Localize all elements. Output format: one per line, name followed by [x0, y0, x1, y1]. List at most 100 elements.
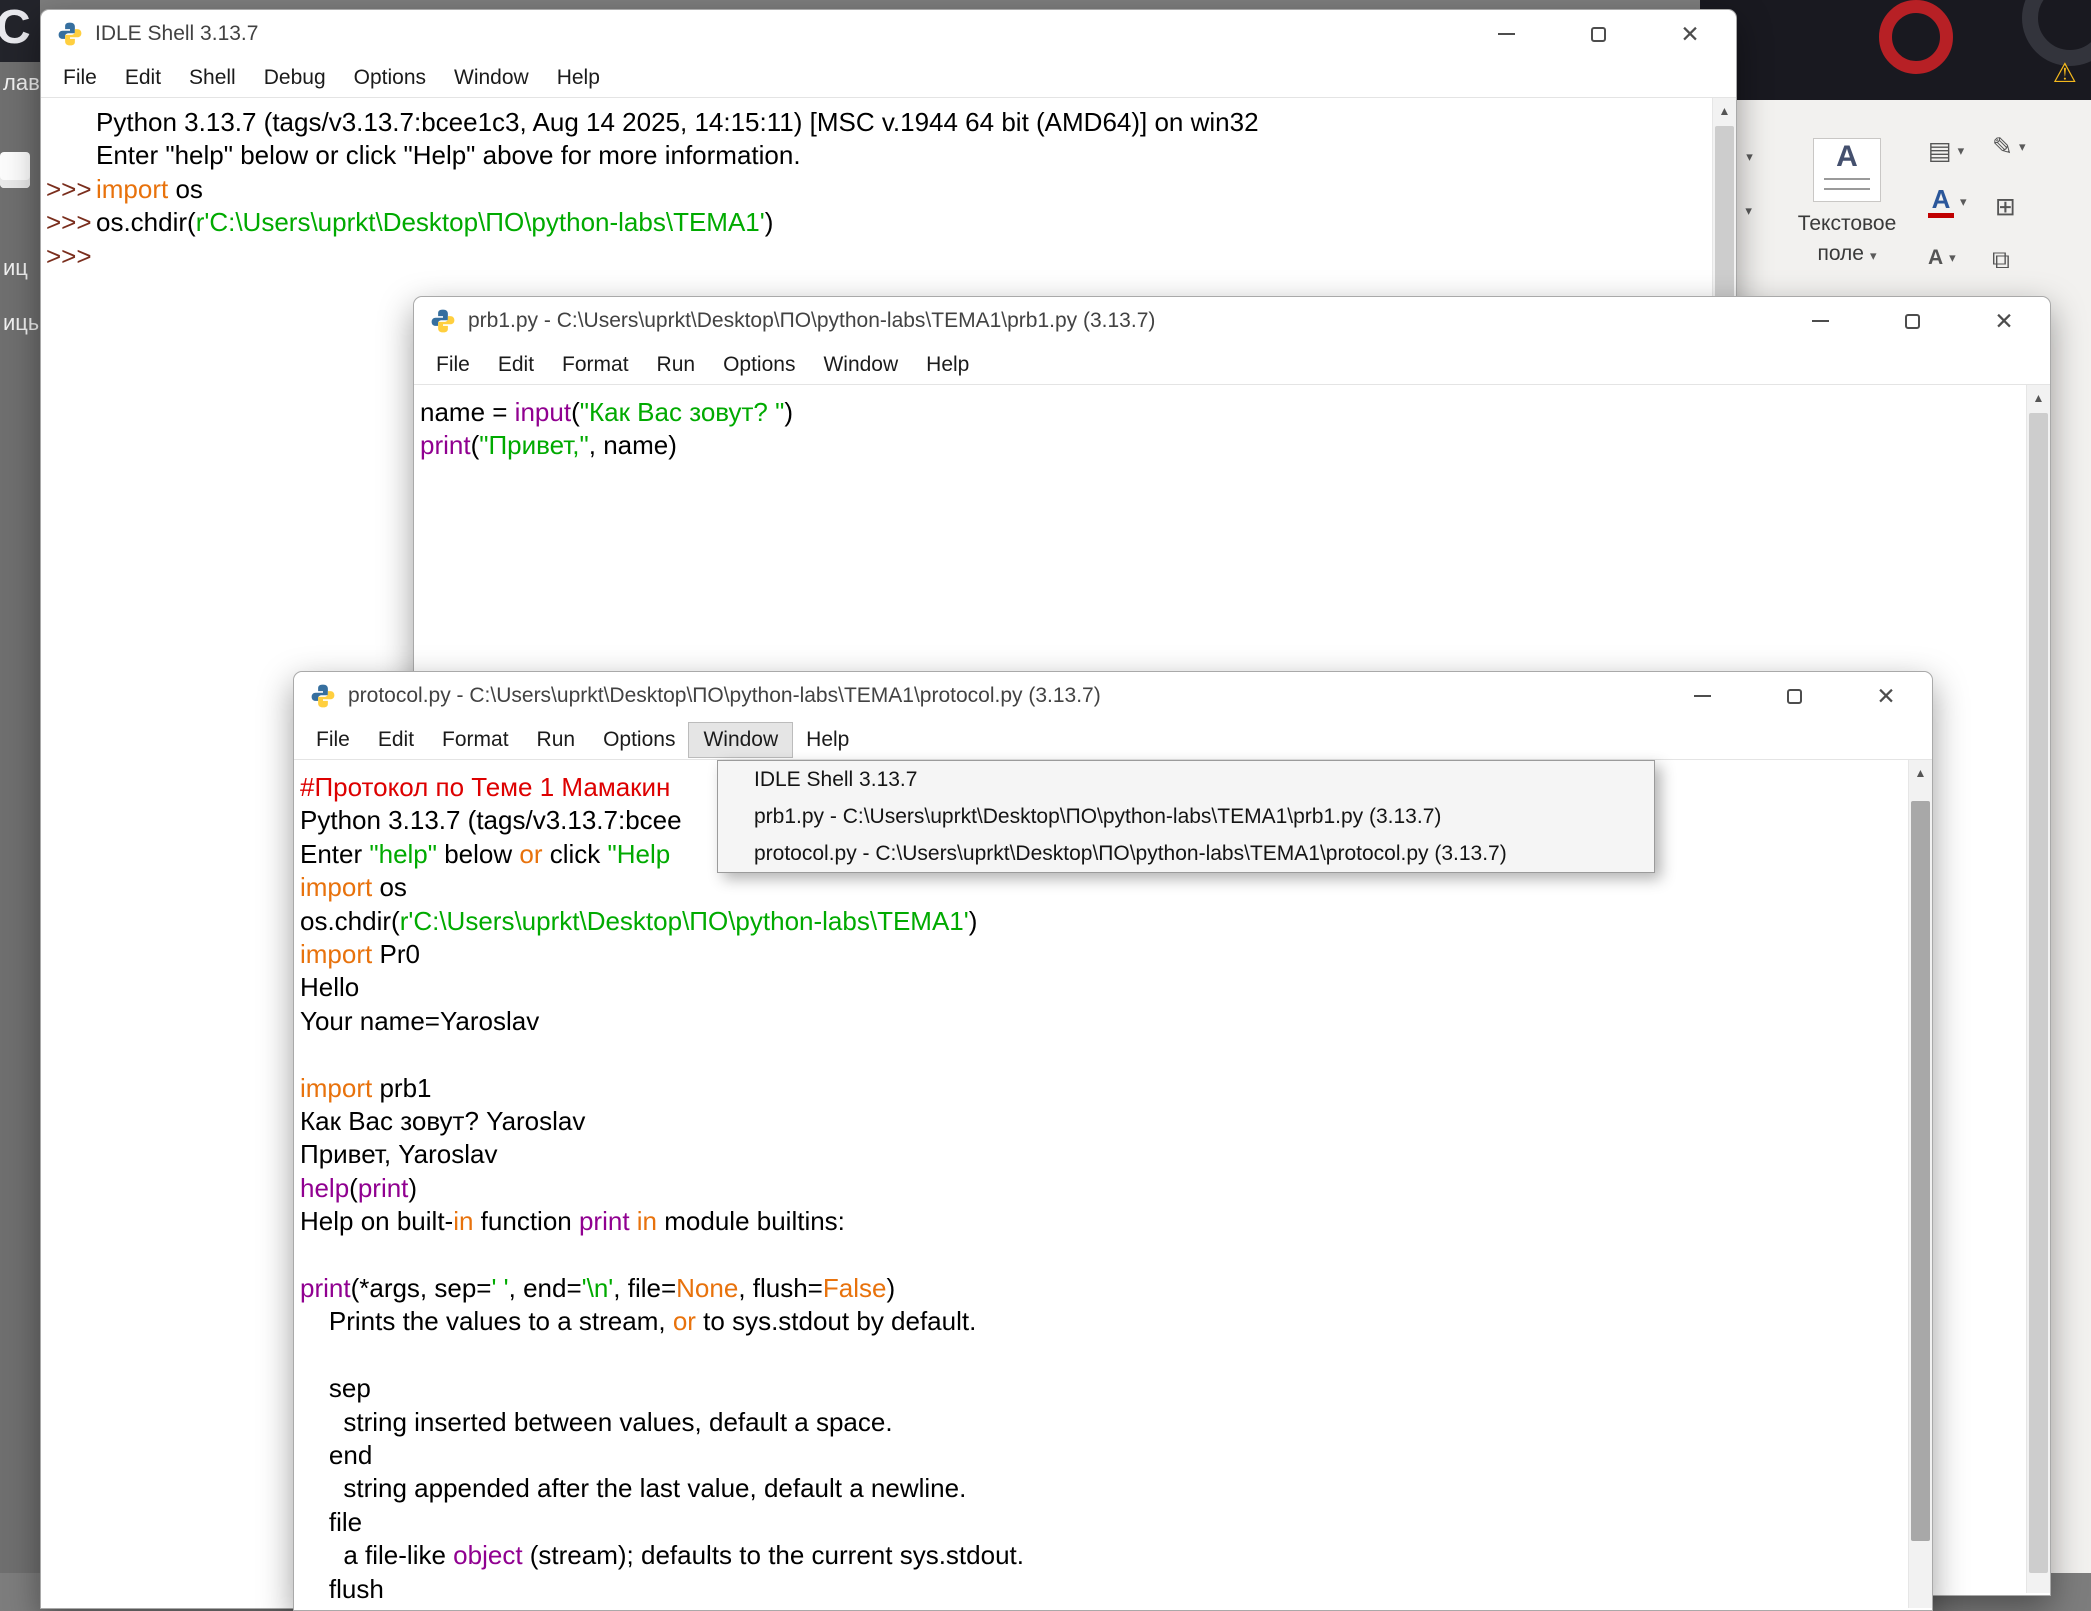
scroll-thumb[interactable]: [2029, 413, 2048, 1573]
code-line: import prb1: [300, 1072, 1932, 1105]
code-line: os.chdir(r'C:\Users\uprkt\Desktop\ПО\pyt…: [300, 905, 1932, 938]
maximize-button[interactable]: [1748, 672, 1840, 720]
ribbon-font-button[interactable]: A▾: [1928, 246, 1956, 270]
ribbon-copy-button[interactable]: ⧉: [1992, 246, 2010, 275]
python-file-icon: [57, 21, 83, 47]
code-token: import: [300, 872, 372, 902]
menu-item[interactable]: Format: [428, 723, 523, 757]
code-token: r'C:\Users\uprkt\Desktop\ПО\python-labs\…: [400, 906, 969, 936]
code-token: , name): [589, 430, 677, 460]
window-menu-item[interactable]: protocol.py - C:\Users\uprkt\Desktop\ПО\…: [718, 835, 1654, 872]
code-token: flush: [300, 1574, 384, 1604]
close-button[interactable]: ✕: [1840, 672, 1932, 720]
editor-text-area[interactable]: #Протокол по Теме 1 МамакинPython 3.13.7…: [294, 760, 1932, 1606]
code-token: print: [420, 430, 471, 460]
window-menu-item[interactable]: prb1.py - C:\Users\uprkt\Desktop\ПО\pyth…: [718, 798, 1654, 835]
menu-item[interactable]: Run: [643, 348, 710, 382]
code-token: object: [453, 1540, 522, 1570]
code-token: os.chdir(: [96, 207, 196, 237]
menu-item[interactable]: Shell: [175, 61, 250, 95]
code-token: ): [784, 397, 793, 427]
scroll-up-icon[interactable]: ▲: [1713, 98, 1736, 124]
code-line: Как Вас зовут? Yaroslav: [300, 1105, 1932, 1138]
code-line: sep: [300, 1372, 1932, 1405]
vertical-scrollbar[interactable]: ▲: [1908, 760, 1932, 1608]
code-token: '\n': [582, 1273, 614, 1303]
code-token: a file-like: [300, 1540, 453, 1570]
menu-item[interactable]: Help: [792, 723, 863, 757]
close-button[interactable]: ✕: [1958, 297, 2050, 345]
code-token: #Протокол по Теме 1 Мамакин: [300, 772, 670, 802]
code-token: , file=: [613, 1273, 676, 1303]
code-line: Your name=Yaroslav: [300, 1005, 1932, 1038]
code-token: , flush=: [738, 1273, 823, 1303]
chevron-down-icon: ▾: [1949, 250, 1956, 266]
window-menu-item[interactable]: IDLE Shell 3.13.7: [718, 761, 1654, 798]
menu-item[interactable]: Window: [689, 723, 792, 757]
menu-item[interactable]: Debug: [250, 61, 340, 95]
code-line: a file-like object (stream); defaults to…: [300, 1539, 1932, 1572]
minimize-button[interactable]: [1774, 297, 1866, 345]
code-token: import: [300, 939, 372, 969]
code-line: [300, 1339, 1932, 1372]
menu-item[interactable]: Window: [440, 61, 543, 95]
code-token: or: [519, 839, 542, 869]
menu-item[interactable]: File: [422, 348, 484, 382]
titlebar[interactable]: prb1.py - C:\Users\uprkt\Desktop\ПО\pyth…: [414, 297, 2050, 345]
menu-item[interactable]: Options: [340, 61, 440, 95]
maximize-icon: [1787, 689, 1802, 704]
menu-item[interactable]: Edit: [364, 723, 428, 757]
scroll-thumb[interactable]: [1911, 801, 1930, 1541]
maximize-button[interactable]: [1552, 10, 1644, 58]
menu-item[interactable]: Edit: [484, 348, 548, 382]
code-line: >>>os.chdir(r'C:\Users\uprkt\Desktop\ПО\…: [41, 206, 1736, 239]
shell-text-area[interactable]: Python 3.13.7 (tags/v3.13.7:bcee1c3, Aug…: [41, 98, 1736, 273]
minimize-button[interactable]: [1656, 672, 1748, 720]
titlebar[interactable]: IDLE Shell 3.13.7 ✕: [41, 10, 1736, 58]
code-token: os.chdir(: [300, 906, 400, 936]
code-token: r'C:\Users\uprkt\Desktop\ПО\python-labs\…: [196, 207, 765, 237]
scroll-up-icon[interactable]: ▲: [1909, 760, 1932, 786]
ribbon-page-button[interactable]: ▤▾: [1928, 136, 1964, 166]
menu-item[interactable]: Options: [709, 348, 809, 382]
code-token: below: [437, 839, 519, 869]
code-token: ' ': [491, 1273, 508, 1303]
window-controls: ✕: [1656, 672, 1932, 720]
scroll-up-icon[interactable]: ▲: [2027, 385, 2050, 411]
menu-item[interactable]: Format: [548, 348, 643, 382]
vertical-scrollbar[interactable]: ▲: [2026, 385, 2050, 1593]
menu-item[interactable]: Edit: [111, 61, 175, 95]
code-token: or: [673, 1306, 696, 1336]
menu-item[interactable]: Window: [809, 348, 912, 382]
red-ring-logo: [1879, 0, 1953, 74]
maximize-button[interactable]: [1866, 297, 1958, 345]
titlebar[interactable]: protocol.py - C:\Users\uprkt\Desktop\ПО\…: [294, 672, 1932, 720]
menu-item[interactable]: Options: [589, 723, 689, 757]
code-token: string appended after the last value, de…: [300, 1473, 966, 1503]
textbox-gallery-button[interactable]: A: [1813, 138, 1881, 202]
menu-item[interactable]: Help: [912, 348, 983, 382]
minimize-icon: [1812, 320, 1829, 322]
close-button[interactable]: ✕: [1644, 10, 1736, 58]
menu-item[interactable]: Run: [523, 723, 590, 757]
editor-text-area[interactable]: name = input("Как Вас зовут? ")print("Пр…: [414, 385, 2050, 463]
menu-item[interactable]: Help: [543, 61, 614, 95]
pencil-icon: ✎: [1992, 132, 2013, 162]
menu-item[interactable]: File: [302, 723, 364, 757]
color-bar-icon: [1928, 213, 1954, 218]
code-token: Привет, Yaroslav: [300, 1139, 498, 1169]
letter-a-icon: A: [1928, 246, 1943, 270]
font-color-button[interactable]: A ▾: [1928, 186, 1967, 218]
menu-item[interactable]: File: [49, 61, 111, 95]
code-token: False: [823, 1273, 887, 1303]
code-line: >>>import os: [41, 173, 1736, 206]
code-token: "Привет,": [479, 430, 589, 460]
background-dark-band: ⚠: [1700, 0, 2091, 100]
code-token: name =: [420, 397, 515, 427]
code-token: sep: [300, 1373, 371, 1403]
shell-prompt: >>>: [41, 173, 96, 206]
ribbon-edit-button[interactable]: ✎▾: [1992, 132, 2025, 162]
ribbon-table-button[interactable]: ⊞: [1995, 192, 2016, 222]
code-token: help: [300, 1173, 349, 1203]
minimize-button[interactable]: [1460, 10, 1552, 58]
